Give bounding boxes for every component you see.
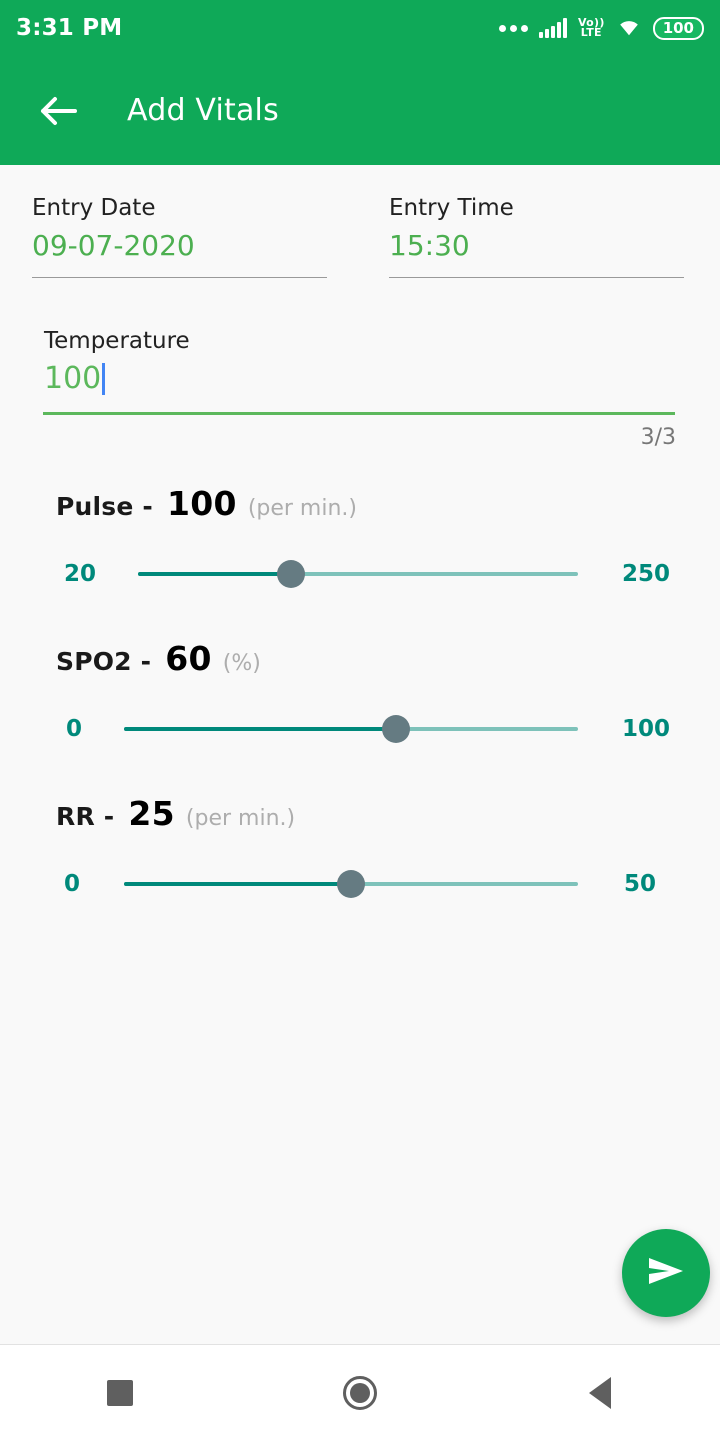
status-icons: Vo)) LTE 100: [498, 16, 704, 40]
entry-date-value: 09-07-2020: [32, 229, 195, 262]
recents-button[interactable]: [0, 1379, 240, 1406]
spo2-min-label: 0: [65, 716, 82, 742]
entry-time-underline: [389, 277, 684, 278]
temperature-char-counter: 3/3: [640, 425, 676, 450]
wifi-icon: [616, 16, 642, 40]
signal-bars-icon: [538, 18, 567, 38]
spo2-header: SPO2 - 60 (%): [0, 639, 720, 678]
status-time: 3:31 PM: [16, 15, 123, 41]
volte-bottom-label: LTE: [580, 26, 602, 39]
pulse-value: 100: [167, 484, 237, 523]
rr-min-label: 0: [63, 871, 80, 897]
status-bar: 3:31 PM Vo)) LTE 100: [0, 0, 720, 56]
pulse-slider-fill: [138, 572, 292, 576]
rr-slider-thumb[interactable]: [337, 870, 365, 898]
android-nav-bar: [0, 1344, 720, 1440]
spo2-max-label: 100: [622, 716, 671, 742]
entry-date-underline: [32, 277, 327, 278]
pulse-slider-thumb[interactable]: [277, 560, 306, 588]
rr-slider-track[interactable]: [124, 870, 578, 898]
pulse-header: Pulse - 100 (per min.): [0, 484, 720, 523]
spo2-value: 60: [165, 639, 212, 678]
entry-date-field[interactable]: Entry Date 09-07-2020: [32, 193, 327, 278]
temperature-label: Temperature: [44, 328, 190, 354]
entry-time-label: Entry Time: [389, 195, 514, 221]
app-bar: Add Vitals: [0, 56, 720, 165]
pulse-slider[interactable]: [138, 559, 578, 589]
triangle-back-icon: [589, 1376, 611, 1409]
battery-icon: 100: [652, 16, 704, 40]
spo2-slider-fill: [124, 727, 397, 731]
vital-pulse: Pulse - 100 (per min.) 20 250: [0, 484, 720, 589]
temperature-underline: [43, 412, 675, 415]
pulse-slider-row: 20 250: [0, 559, 720, 589]
rr-unit: (per min.): [185, 806, 296, 831]
spo2-slider[interactable]: [124, 714, 578, 744]
pulse-label: Pulse -: [56, 492, 154, 521]
spo2-label: SPO2 -: [56, 647, 152, 676]
temperature-input[interactable]: 100: [44, 356, 676, 402]
submit-fab-button[interactable]: [622, 1229, 710, 1317]
spo2-slider-thumb[interactable]: [382, 715, 411, 743]
rr-value: 25: [128, 794, 175, 833]
text-caret: [102, 363, 106, 395]
rr-max-label: 50: [624, 871, 657, 897]
back-arrow-icon[interactable]: [34, 87, 82, 135]
square-recents-icon: [107, 1379, 133, 1406]
entry-time-value: 15:30: [389, 229, 470, 262]
pulse-unit: (per min.): [247, 496, 357, 521]
volte-icon: Vo)) LTE: [578, 17, 605, 39]
date-time-row: Entry Date 09-07-2020 Entry Time 15:30: [0, 165, 720, 278]
page-title: Add Vitals: [127, 93, 279, 128]
rr-slider[interactable]: [124, 869, 578, 899]
more-dots-icon: [498, 24, 528, 32]
rr-slider-fill: [124, 882, 351, 886]
vital-rr: RR - 25 (per min.) 0 50: [0, 794, 720, 899]
phone-screen: 3:31 PM Vo)) LTE 100 Add Vitals Entry Da…: [0, 0, 720, 1440]
vitals-form: Entry Date 09-07-2020 Entry Time 15:30 T…: [0, 165, 720, 899]
pulse-slider-track[interactable]: [138, 560, 578, 588]
pulse-min-label: 20: [63, 561, 96, 587]
rr-label: RR -: [56, 802, 115, 831]
rr-header: RR - 25 (per min.): [0, 794, 720, 833]
pulse-max-label: 250: [622, 561, 671, 587]
rr-slider-row: 0 50: [0, 869, 720, 899]
temperature-field[interactable]: Temperature 100: [0, 326, 720, 415]
spo2-unit: (%): [222, 651, 261, 676]
back-button[interactable]: [480, 1376, 720, 1409]
send-icon: [644, 1251, 688, 1295]
temperature-value: 100: [44, 361, 102, 396]
spo2-slider-track[interactable]: [124, 715, 578, 743]
entry-time-field[interactable]: Entry Time 15:30: [389, 193, 684, 278]
circle-home-icon: [343, 1375, 377, 1410]
spo2-slider-row: 0 100: [0, 714, 720, 744]
home-button[interactable]: [240, 1375, 480, 1410]
vital-spo2: SPO2 - 60 (%) 0 100: [0, 639, 720, 744]
entry-date-label: Entry Date: [32, 195, 156, 221]
